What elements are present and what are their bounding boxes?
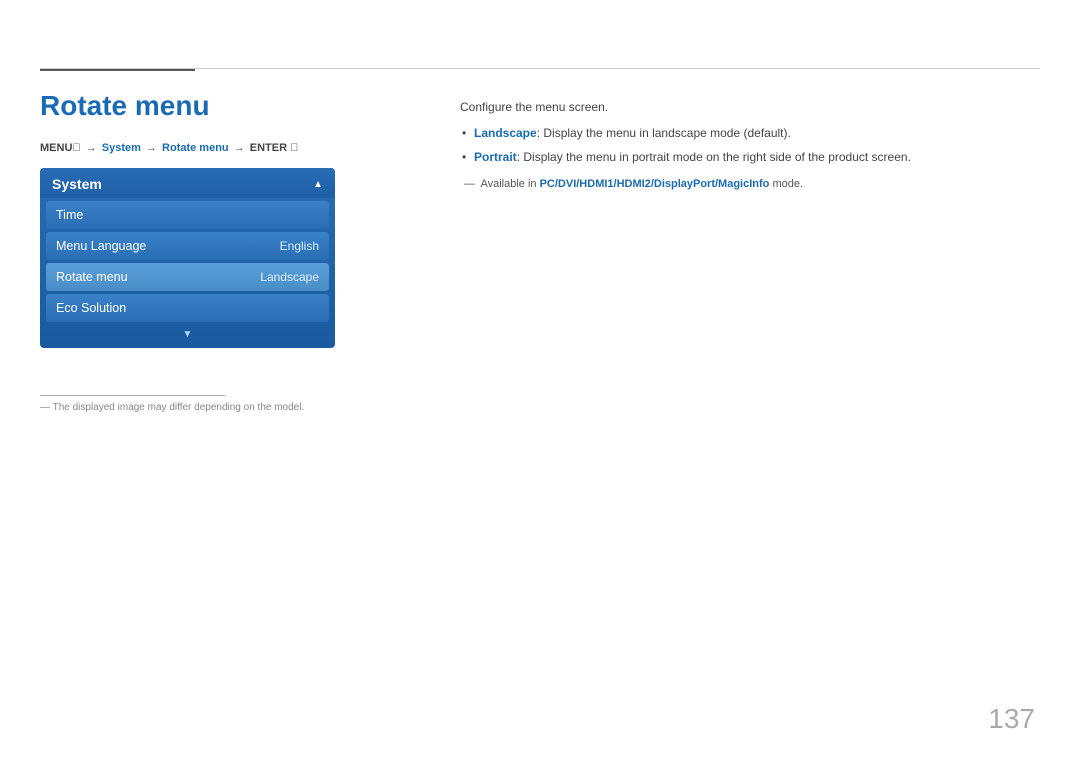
menu-item-eco-solution[interactable]: Eco Solution	[46, 294, 329, 322]
breadcrumb-system: System	[102, 142, 141, 154]
right-column: Configure the menu screen. Landscape: Di…	[460, 100, 1040, 190]
breadcrumb-enter: ENTER 	[250, 142, 299, 154]
system-panel-header: System ▲	[40, 168, 335, 198]
down-arrow-icon: ▼	[183, 329, 193, 340]
bullet-portrait: Portrait: Display the menu in portrait m…	[460, 148, 1040, 166]
menu-item-menu-language[interactable]: Menu Language English	[46, 232, 329, 260]
breadcrumb-menu: MENU	[40, 142, 81, 154]
top-line	[40, 68, 1040, 69]
breadcrumb-rotate: Rotate menu	[162, 142, 229, 154]
menu-item-rotate-menu-value: Landscape	[260, 270, 319, 284]
menu-item-menu-language-value: English	[280, 239, 319, 253]
footnote-line	[40, 395, 225, 396]
menu-item-time[interactable]: Time	[46, 201, 329, 229]
breadcrumb-sep2: →	[146, 142, 160, 154]
menu-item-eco-solution-label: Eco Solution	[56, 301, 126, 315]
available-note: ― Available in PC/DVI/HDMI1/HDMI2/Displa…	[460, 178, 1040, 190]
menu-item-rotate-menu-label: Rotate menu	[56, 270, 128, 284]
portrait-term: Portrait	[474, 150, 517, 164]
available-suffix: mode.	[769, 178, 803, 190]
configure-text: Configure the menu screen.	[460, 100, 1040, 114]
available-prefix: Available in	[480, 178, 539, 190]
bullet-list: Landscape: Display the menu in landscape…	[460, 124, 1040, 166]
system-panel-title: System	[52, 176, 102, 192]
breadcrumb-sep3: →	[234, 142, 248, 154]
page-number: 137	[988, 703, 1035, 735]
em-dash: ―	[464, 178, 475, 190]
system-panel: System ▲ Time Menu Language English Rota…	[40, 168, 335, 348]
system-panel-footer: ▼	[40, 325, 335, 348]
up-arrow-icon: ▲	[313, 179, 323, 190]
breadcrumb-sep1: →	[86, 142, 100, 154]
menu-item-time-label: Time	[56, 208, 83, 222]
landscape-desc: : Display the menu in landscape mode (de…	[537, 126, 791, 140]
left-column: Rotate menu MENU → System → Rotate menu…	[40, 80, 410, 348]
bullet-landscape: Landscape: Display the menu in landscape…	[460, 124, 1040, 142]
breadcrumb: MENU → System → Rotate menu → ENTER 	[40, 142, 410, 154]
page-title: Rotate menu	[40, 90, 410, 122]
portrait-desc: : Display the menu in portrait mode on t…	[517, 150, 911, 164]
available-modes: PC/DVI/HDMI1/HDMI2/DisplayPort/MagicInfo	[540, 178, 770, 190]
footnote: ― The displayed image may differ dependi…	[40, 402, 304, 413]
menu-item-menu-language-label: Menu Language	[56, 239, 146, 253]
menu-item-rotate-menu[interactable]: Rotate menu Landscape	[46, 263, 329, 291]
landscape-term: Landscape	[474, 126, 537, 140]
